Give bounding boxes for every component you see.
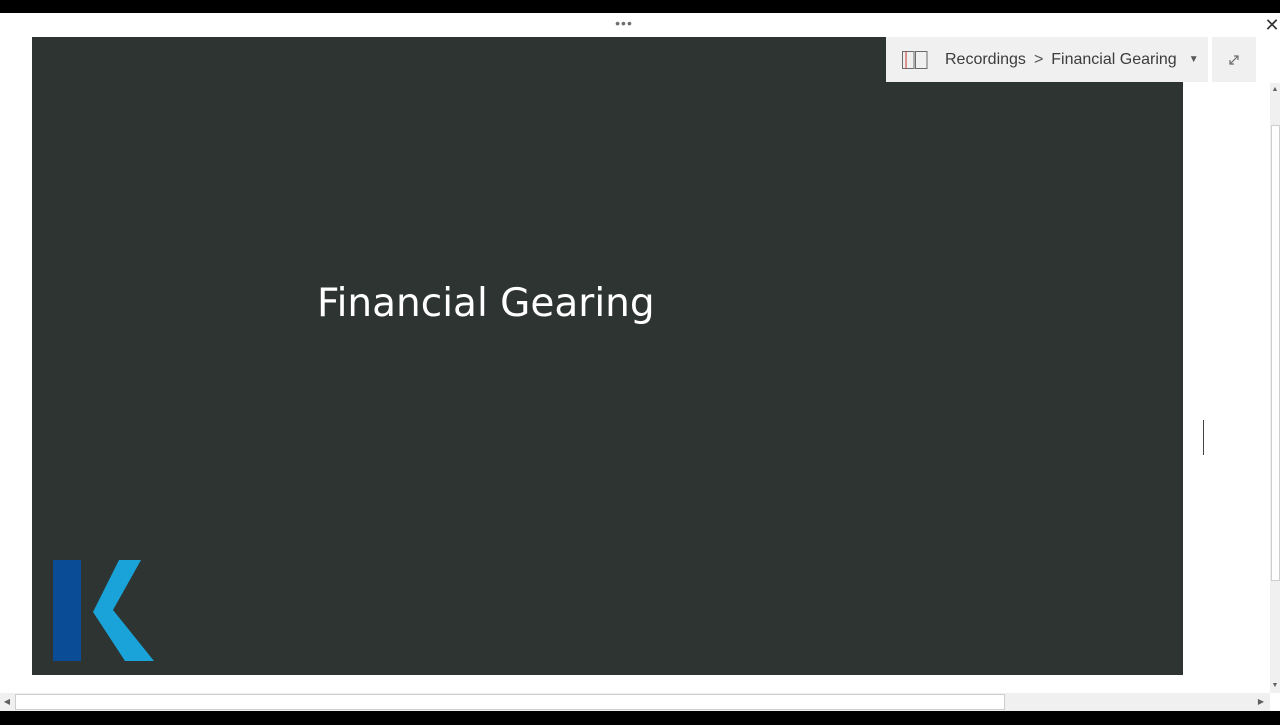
breadcrumb-recordings[interactable]: Recordings bbox=[945, 51, 1026, 69]
horizontal-scroll-thumb[interactable] bbox=[15, 694, 1005, 710]
scroll-left-icon[interactable]: ◀ bbox=[0, 693, 14, 711]
scroll-right-icon[interactable]: ▶ bbox=[1252, 693, 1270, 711]
breadcrumb: Recordings > Financial Gearing bbox=[945, 51, 1177, 69]
notebook-icon[interactable] bbox=[902, 50, 928, 69]
expand-icon bbox=[1229, 54, 1239, 65]
k-logo-icon bbox=[53, 560, 154, 661]
horizontal-scrollbar[interactable]: ◀ ▶ bbox=[0, 693, 1270, 711]
breadcrumb-separator: > bbox=[1033, 50, 1044, 68]
vertical-scrollbar[interactable]: ▲ ▼ bbox=[1270, 83, 1280, 693]
scroll-down-icon[interactable]: ▼ bbox=[1270, 679, 1280, 693]
text-caret bbox=[1203, 420, 1204, 455]
expand-button[interactable] bbox=[1212, 37, 1256, 82]
drag-handle[interactable]: ••• bbox=[612, 16, 636, 30]
slide-canvas: Financial Gearing bbox=[32, 37, 1183, 675]
recording-navigation-bar: Recordings > Financial Gearing ▼ bbox=[886, 37, 1208, 82]
close-button[interactable]: ✕ bbox=[1264, 15, 1280, 35]
app-window: ••• ✕ Financial Gearing Recordings > Fin… bbox=[0, 13, 1280, 711]
vertical-scroll-thumb[interactable] bbox=[1271, 125, 1280, 581]
breadcrumb-current-page[interactable]: Financial Gearing bbox=[1051, 51, 1176, 69]
scroll-up-icon[interactable]: ▲ bbox=[1270, 83, 1280, 97]
chevron-down-icon[interactable]: ▼ bbox=[1189, 54, 1199, 65]
slide-title: Financial Gearing bbox=[317, 281, 655, 326]
